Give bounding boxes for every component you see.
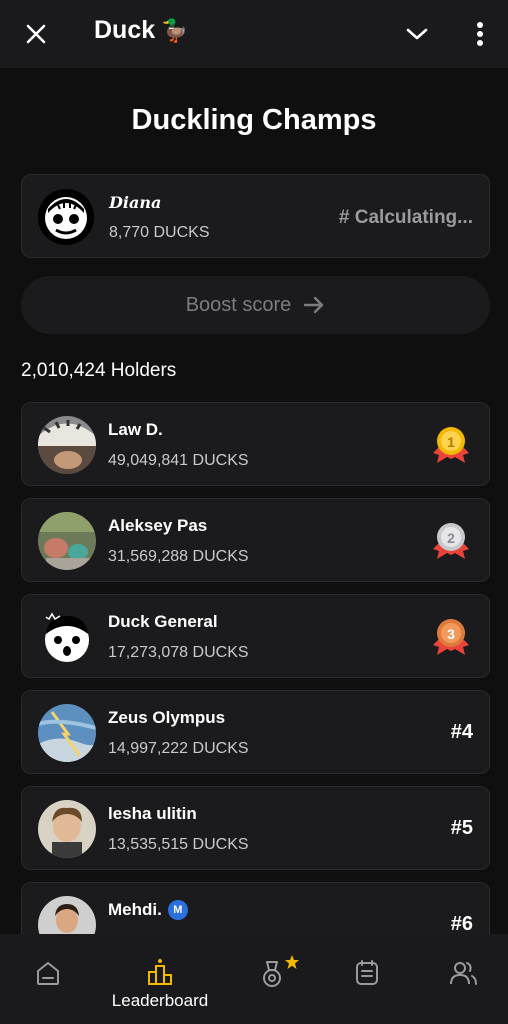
nav-rewards[interactable] bbox=[227, 934, 317, 1024]
nav-tasks[interactable] bbox=[322, 934, 412, 1024]
leaderboard-icon bbox=[148, 959, 172, 985]
player-name: lesha ulitin bbox=[108, 804, 197, 823]
svg-text:2: 2 bbox=[447, 530, 455, 546]
nav-leaderboard[interactable]: Leaderboard bbox=[112, 934, 208, 1024]
my-name: Diana bbox=[109, 193, 162, 212]
avatar bbox=[38, 704, 96, 762]
my-ducks: 8,770 DUCKS bbox=[109, 224, 210, 241]
avatar bbox=[38, 896, 96, 935]
more-vertical-icon bbox=[477, 22, 483, 46]
player-ducks: 31,569,288 DUCKS bbox=[108, 548, 249, 565]
bottom-nav: Leaderboard bbox=[0, 934, 508, 1024]
player-ducks: 17,273,078 DUCKS bbox=[108, 644, 249, 661]
svg-text:3: 3 bbox=[447, 626, 455, 642]
avatar bbox=[38, 512, 96, 570]
star-icon bbox=[285, 955, 299, 969]
my-rank-card: Diana 8,770 DUCKS # Calculating... bbox=[21, 174, 490, 258]
tasks-icon bbox=[356, 960, 378, 985]
duck-emoji-icon: 🦆 bbox=[161, 17, 189, 43]
avatar bbox=[38, 608, 96, 666]
more-options-button[interactable] bbox=[466, 18, 494, 50]
leaderboard-row[interactable]: lesha ulitin 13,535,515 DUCKS #5 bbox=[21, 786, 490, 870]
boost-score-button[interactable]: Boost score bbox=[21, 276, 490, 334]
player-name: Duck General bbox=[108, 612, 218, 631]
player-name: Aleksey Pas bbox=[108, 516, 208, 535]
app-title-text: Duck bbox=[94, 16, 156, 44]
leaderboard-row[interactable]: Mehdi. M #6 bbox=[21, 882, 490, 935]
leaderboard-row[interactable]: Aleksey Pas 31,569,288 DUCKS 2 bbox=[21, 498, 490, 582]
leaderboard-list[interactable]: Law D. 49,049,841 DUCKS 1 Aleksey Pas 31… bbox=[21, 402, 490, 935]
bronze-medal-icon: 3 bbox=[429, 615, 473, 661]
leaderboard-row[interactable]: Zeus Olympus 14,997,222 DUCKS #4 bbox=[21, 690, 490, 774]
home-icon bbox=[37, 962, 59, 985]
player-ducks: 13,535,515 DUCKS bbox=[108, 836, 249, 853]
player-rank: #4 bbox=[450, 721, 473, 743]
avatar bbox=[38, 800, 96, 858]
chevron-down-icon bbox=[406, 28, 428, 40]
close-icon bbox=[26, 24, 46, 44]
player-ducks: 14,997,222 DUCKS bbox=[108, 740, 249, 757]
player-rank: #6 bbox=[450, 913, 473, 935]
page-title: Duckling Champs bbox=[131, 104, 377, 136]
player-rank: #5 bbox=[450, 817, 473, 839]
leaderboard-row[interactable]: Duck General 17,273,078 DUCKS 3 bbox=[21, 594, 490, 678]
my-avatar bbox=[38, 189, 94, 245]
silver-medal-icon: 2 bbox=[429, 519, 473, 565]
holders-count: 2,010,424 Holders bbox=[21, 360, 177, 381]
avatar bbox=[38, 416, 96, 474]
player-name: Mehdi. M bbox=[108, 900, 188, 920]
svg-text:1: 1 bbox=[447, 434, 455, 450]
gold-medal-icon: 1 bbox=[429, 423, 473, 469]
player-name: Law D. bbox=[108, 420, 163, 439]
nav-friends[interactable] bbox=[418, 934, 508, 1024]
friends-icon bbox=[450, 962, 477, 985]
nav-home[interactable] bbox=[3, 934, 93, 1024]
medal-icon bbox=[263, 961, 281, 987]
player-ducks: 49,049,841 DUCKS bbox=[108, 452, 249, 469]
top-bar: Duck 🦆 bbox=[0, 0, 508, 68]
collapse-button[interactable] bbox=[403, 20, 431, 48]
app-title: Duck 🦆 bbox=[94, 16, 189, 45]
player-name: Zeus Olympus bbox=[108, 708, 226, 727]
nav-label-leaderboard: Leaderboard bbox=[111, 991, 209, 1010]
boost-score-label: Boost score bbox=[185, 293, 292, 316]
close-button[interactable] bbox=[22, 20, 50, 48]
my-rank: # Calculating... bbox=[338, 207, 473, 228]
leaderboard-row[interactable]: Law D. 49,049,841 DUCKS 1 bbox=[21, 402, 490, 486]
arrow-right-icon bbox=[304, 296, 324, 314]
verified-badge-icon: M bbox=[167, 900, 188, 920]
